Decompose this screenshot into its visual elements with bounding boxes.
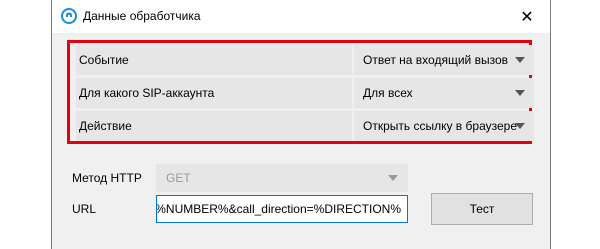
close-button[interactable]: ✕: [504, 0, 550, 33]
chevron-down-icon: [515, 123, 525, 129]
window-title: Данные обработчика: [83, 9, 201, 23]
event-select-value: Ответ на входящий вызов: [363, 53, 508, 67]
sip-account-select[interactable]: Для всех: [354, 78, 534, 108]
sip-account-label: Для какого SIP-аккаунта: [76, 78, 352, 108]
title-bar: Данные обработчика ✕: [52, 0, 550, 33]
http-method-value: GET: [166, 171, 191, 185]
action-select-value: Открыть ссылку в браузере: [363, 119, 517, 133]
event-label: Событие: [76, 45, 352, 75]
chevron-down-icon: [515, 57, 525, 63]
chevron-down-icon: [515, 90, 525, 96]
event-select[interactable]: Ответ на входящий вызов: [354, 45, 534, 75]
url-input[interactable]: er=%NUMBER%&call_direction=%DIRECTION%: [156, 195, 408, 223]
handler-dialog: Данные обработчика ✕ Событие Ответ на вх…: [51, 0, 551, 249]
highlight-frame: Событие Ответ на входящий вызов Для како…: [67, 40, 534, 144]
event-row: Событие Ответ на входящий вызов: [73, 45, 534, 75]
http-method-label: Метод HTTP: [72, 171, 142, 185]
http-method-select[interactable]: GET: [156, 164, 408, 192]
app-icon: [61, 8, 77, 24]
sip-account-row: Для какого SIP-аккаунта Для всех: [73, 78, 534, 108]
test-button[interactable]: Тест: [431, 193, 533, 225]
url-input-value: er=%NUMBER%&call_direction=%DIRECTION%: [156, 202, 401, 216]
action-select[interactable]: Открыть ссылку в браузере: [354, 111, 534, 141]
action-row: Действие Открыть ссылку в браузере: [73, 111, 534, 141]
close-icon: ✕: [520, 8, 534, 26]
sip-account-select-value: Для всех: [363, 86, 413, 100]
url-label: URL: [72, 202, 97, 216]
action-label: Действие: [76, 111, 352, 141]
chevron-down-icon: [388, 175, 398, 181]
